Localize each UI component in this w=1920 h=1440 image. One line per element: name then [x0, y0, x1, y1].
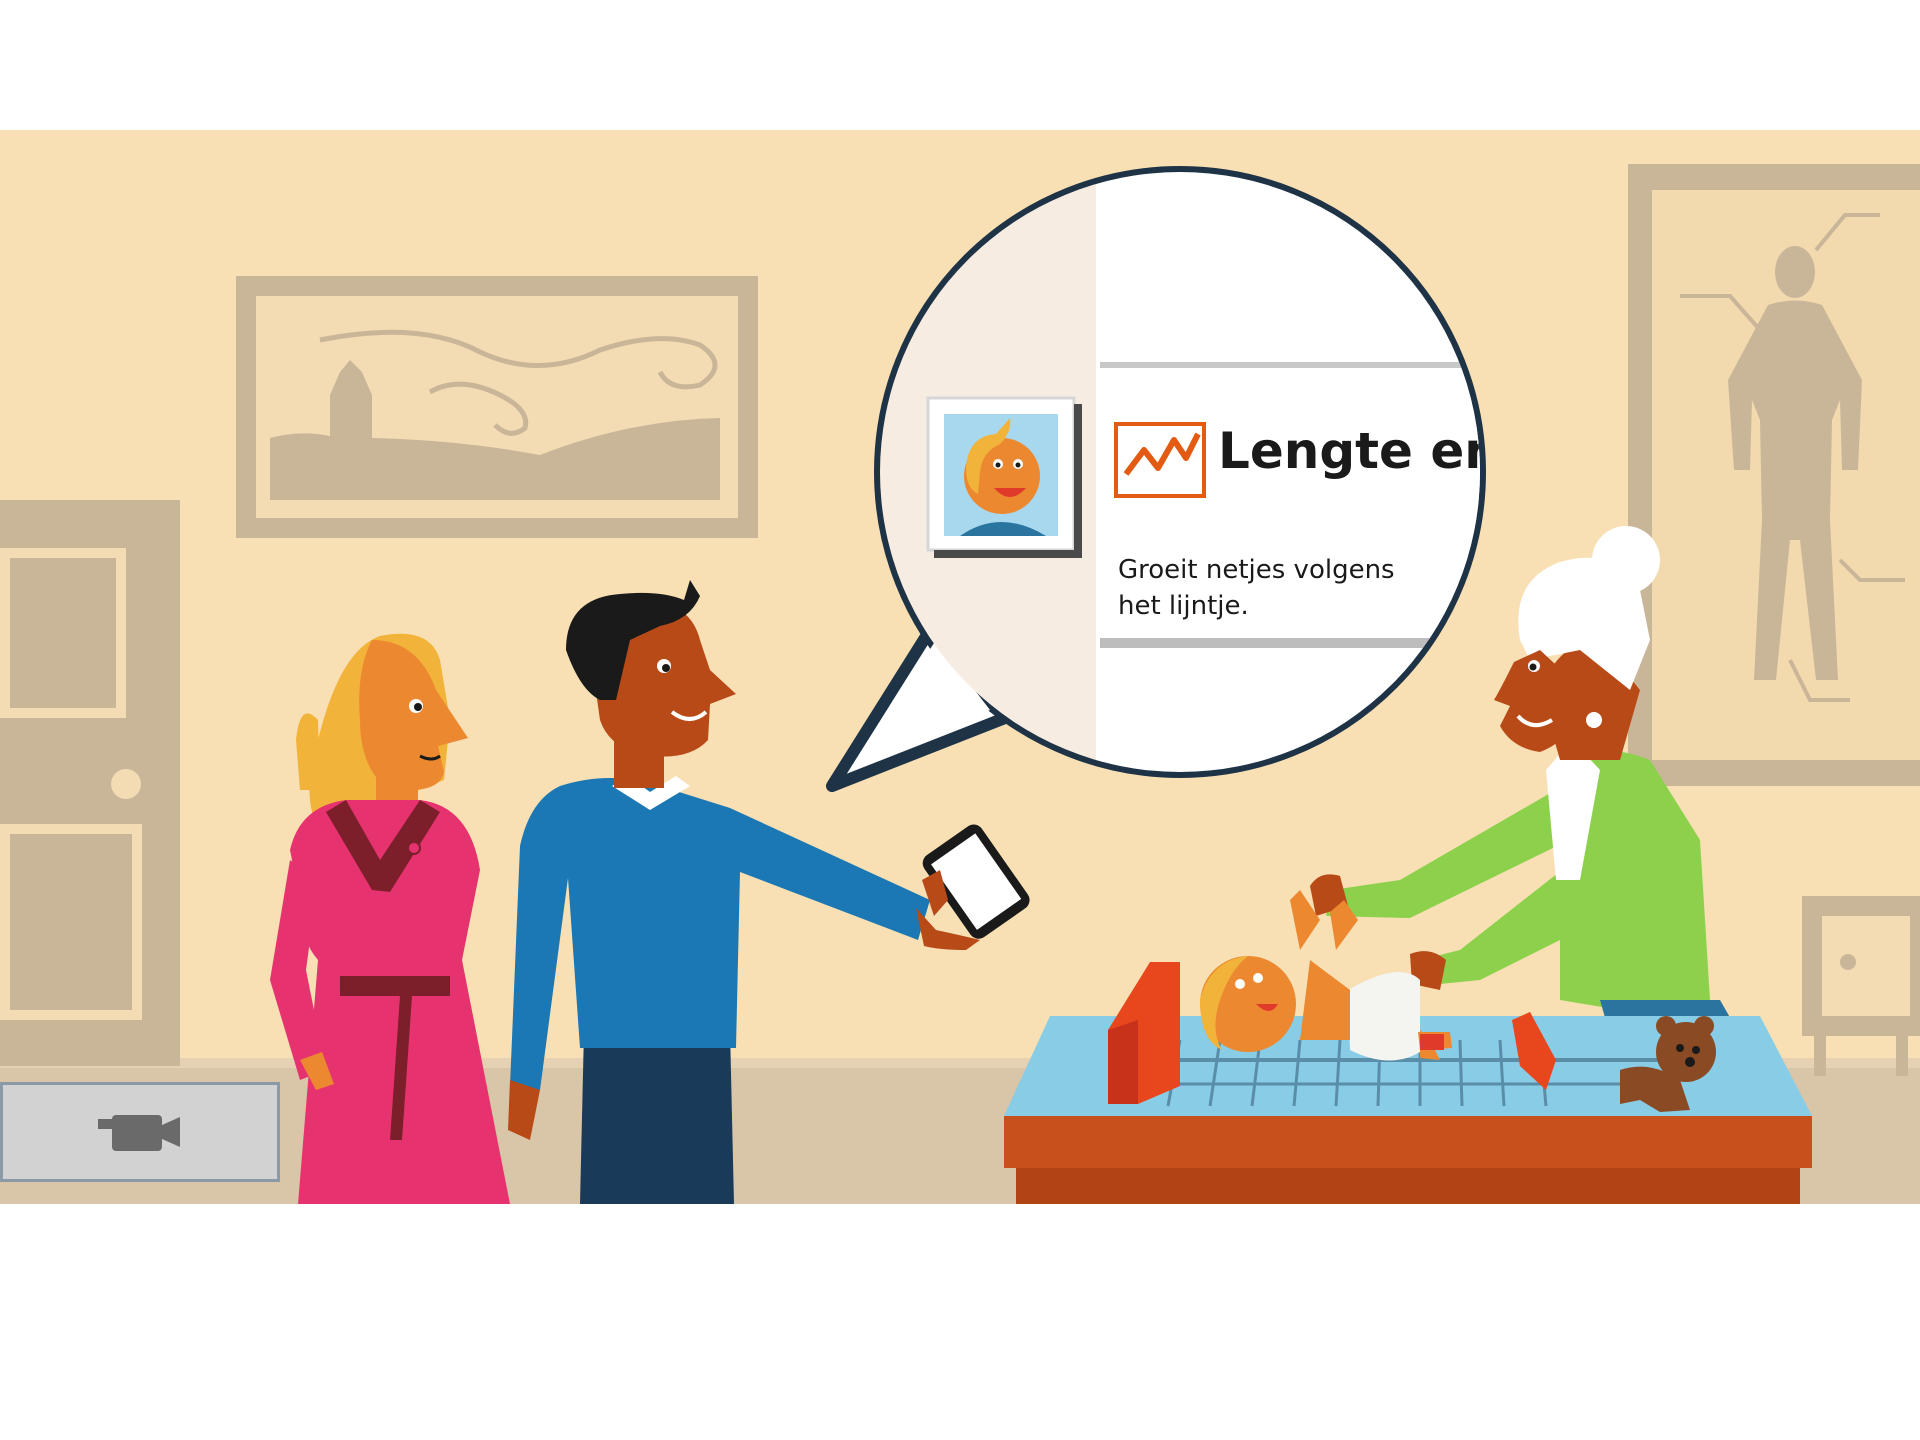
anatomy-poster: [1628, 164, 1920, 786]
landscape-painting: [236, 276, 758, 538]
illustration-scene: Lengte en g Groeit netjes volgens het li…: [0, 130, 1920, 1204]
card-text-line1: Groeit netjes volgens: [1118, 555, 1395, 585]
baby-avatar: [926, 396, 1082, 558]
card-text-line2: het lijntje.: [1118, 591, 1249, 621]
video-camera-button[interactable]: [0, 1082, 280, 1182]
chart-icon: [1114, 422, 1206, 498]
door: [0, 500, 180, 1066]
video-camera-icon: [98, 1115, 180, 1151]
